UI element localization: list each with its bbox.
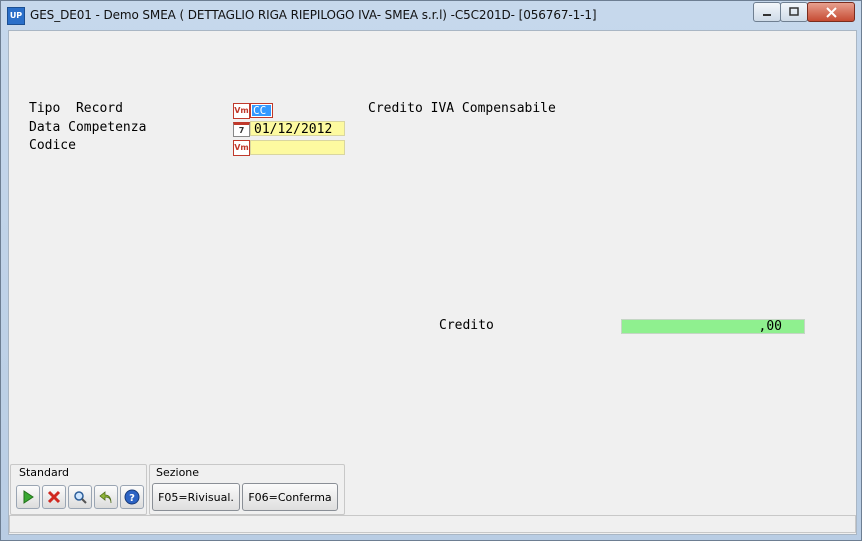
maximize-button[interactable] <box>780 2 808 22</box>
tipo-record-lookup-icon[interactable]: Vm <box>233 103 250 119</box>
magnifier-icon <box>74 491 87 504</box>
status-bar <box>9 515 856 533</box>
calendar-icon[interactable]: 7 <box>233 122 250 137</box>
app-window: UP GES_DE01 - Demo SMEA ( DETTAGLIO RIGA… <box>0 0 862 541</box>
tipo-record-value: CC <box>252 105 271 116</box>
credito-label: Credito <box>439 318 494 333</box>
close-icon <box>825 6 837 18</box>
f05-rivisual-button[interactable]: F05=Rivisual. <box>152 483 240 511</box>
title-bar: UP GES_DE01 - Demo SMEA ( DETTAGLIO RIGA… <box>1 1 861 29</box>
sezione-group-label: Sezione <box>156 466 200 479</box>
sezione-toolbar-group: Sezione F05=Rivisual. F06=Conferma <box>149 464 345 515</box>
help-button[interactable]: ? <box>120 485 144 509</box>
form-area: Tipo Record Vm CC Credito IVA Compensabi… <box>8 30 857 535</box>
red-x-icon <box>47 490 61 504</box>
run-button[interactable] <box>16 485 40 509</box>
minimize-button[interactable] <box>753 2 781 22</box>
codice-label: Codice <box>29 138 76 153</box>
app-icon: UP <box>7 7 25 25</box>
standard-group-label: Standard <box>19 466 70 479</box>
data-competenza-label: Data Competenza <box>29 120 147 135</box>
f06-conferma-button[interactable]: F06=Conferma <box>242 483 338 511</box>
play-icon <box>23 490 34 504</box>
data-competenza-input[interactable]: 01/12/2012 <box>250 121 345 136</box>
svg-text:?: ? <box>129 493 135 504</box>
codice-lookup-icon[interactable]: Vm <box>233 140 250 156</box>
search-button[interactable] <box>68 485 92 509</box>
minimize-icon <box>763 14 771 16</box>
window-title: GES_DE01 - Demo SMEA ( DETTAGLIO RIGA RI… <box>30 8 597 22</box>
cancel-button[interactable] <box>42 485 66 509</box>
credito-field[interactable]: ,00 <box>621 319 805 334</box>
tipo-record-input[interactable]: CC <box>250 103 273 118</box>
close-button[interactable] <box>807 2 855 22</box>
maximize-icon <box>789 7 799 16</box>
help-icon: ? <box>124 489 140 505</box>
return-arrow-icon <box>99 491 112 504</box>
tipo-record-description: Credito IVA Compensabile <box>368 101 556 116</box>
standard-toolbar-group: Standard ? <box>10 464 147 515</box>
tipo-record-label: Tipo Record <box>29 101 123 116</box>
back-button[interactable] <box>94 485 118 509</box>
codice-input[interactable] <box>250 140 345 155</box>
